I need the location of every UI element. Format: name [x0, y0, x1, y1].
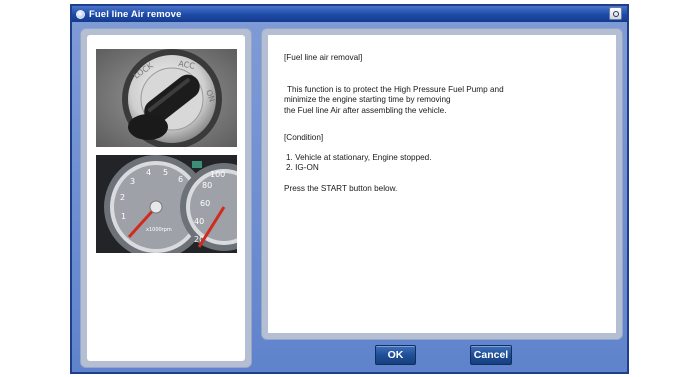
svg-text:4: 4	[146, 168, 151, 177]
app-icon	[76, 9, 85, 19]
svg-text:60: 60	[200, 199, 210, 208]
description-line: the Fuel line Air after assembling the v…	[284, 105, 447, 115]
instruction-text: Press the START button below.	[284, 183, 398, 193]
title-bar[interactable]: Fuel line Air remove	[72, 6, 627, 22]
svg-text:x1000rpm: x1000rpm	[146, 227, 172, 233]
svg-text:40: 40	[194, 217, 204, 226]
record-icon	[612, 10, 619, 17]
message-area: [Fuel line air removal] This function is…	[268, 35, 616, 333]
window-title: Fuel line Air remove	[89, 8, 182, 20]
condition-item: 1. Vehicle at stationary, Engine stopped…	[286, 152, 432, 162]
window-control-button[interactable]	[609, 7, 622, 20]
condition-heading: [Condition]	[284, 133, 324, 142]
image-panel-inner: LOCK ACC ON 1 2 3 4 5 6 80 60 40 20 100 …	[87, 35, 245, 361]
svg-text:100: 100	[210, 170, 225, 179]
description-block: This function is to protect the High Pre…	[284, 85, 600, 117]
svg-text:1: 1	[121, 212, 126, 221]
message-heading: [Fuel line air removal]	[284, 53, 363, 62]
instrument-cluster-photo: 1 2 3 4 5 6 80 60 40 20 100 x1000rpm	[96, 155, 237, 253]
svg-text:80: 80	[202, 181, 212, 190]
ignition-key-photo: LOCK ACC ON	[96, 49, 237, 147]
cancel-button[interactable]: Cancel	[470, 345, 512, 365]
condition-item: 2. IG-ON	[286, 163, 319, 172]
description-line: This function is to protect the High Pre…	[287, 84, 504, 94]
svg-text:6: 6	[178, 175, 183, 184]
dialog-content: LOCK ACC ON 1 2 3 4 5 6 80 60 40 20 100 …	[72, 22, 627, 372]
fuel-line-air-remove-dialog: Fuel line Air remove LOCK ACC ON 1 2 3 4…	[70, 4, 629, 374]
message-panel: [Fuel line air removal] This function is…	[261, 28, 623, 340]
svg-text:3: 3	[130, 177, 135, 186]
svg-text:2: 2	[120, 193, 125, 202]
description-line: minimize the engine starting time by rem…	[284, 95, 451, 104]
ok-button[interactable]: OK	[375, 345, 416, 365]
svg-text:5: 5	[163, 168, 168, 177]
image-panel: LOCK ACC ON 1 2 3 4 5 6 80 60 40 20 100 …	[80, 28, 252, 368]
